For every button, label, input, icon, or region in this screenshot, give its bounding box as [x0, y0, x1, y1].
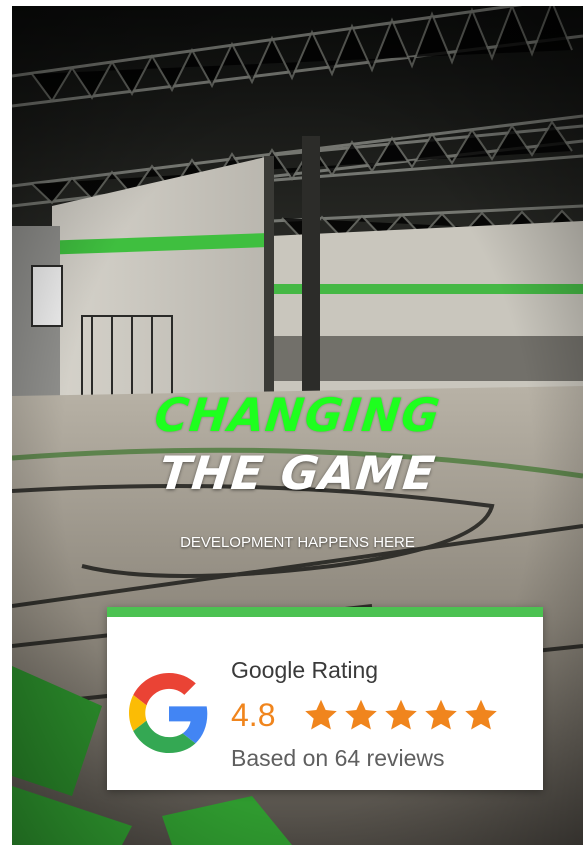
star-icon [385, 699, 417, 730]
headline-line2: THE GAME [156, 446, 439, 500]
rating-score: 4.8 [231, 697, 276, 733]
star-icon [465, 699, 497, 730]
star-icon [305, 699, 337, 730]
reviews-count: Based on 64 reviews [231, 745, 445, 771]
google-g-icon [129, 673, 208, 753]
google-rating-badge[interactable]: Google Rating 4.8 Based on 64 reviews [107, 607, 543, 790]
tagline: DEVELOPMENT HAPPENS HERE [180, 534, 415, 551]
rating-title: Google Rating [231, 657, 379, 683]
star-icon [345, 699, 377, 730]
star-icon [425, 699, 457, 730]
headline-line1: CHANGING [151, 388, 444, 442]
star-rating [303, 697, 499, 733]
